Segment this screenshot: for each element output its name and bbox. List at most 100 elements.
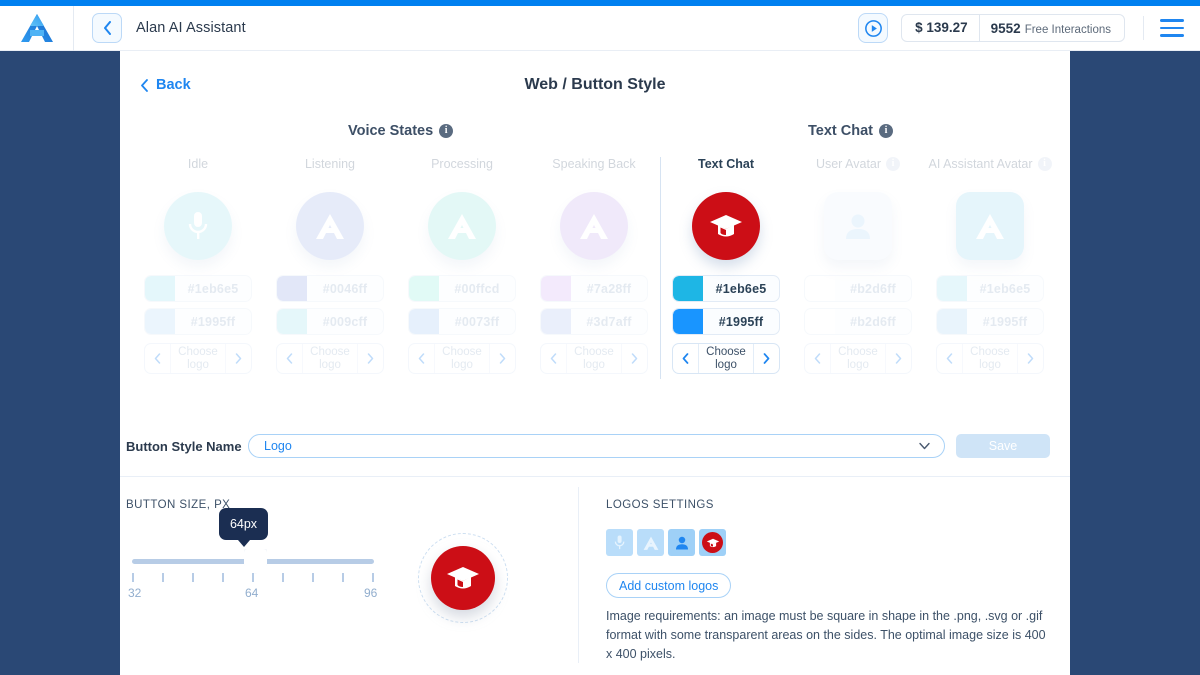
swatch-chip xyxy=(541,309,571,334)
bubble-wrap xyxy=(560,183,628,269)
header-right-group: $ 139.27 9552 Free Interactions xyxy=(858,6,1200,51)
swatch-chip xyxy=(409,309,439,334)
header-back-button[interactable] xyxy=(92,13,122,43)
prev-logo-button[interactable] xyxy=(805,344,830,373)
choose-logo-label[interactable]: Choose logo xyxy=(698,344,754,373)
next-logo-button[interactable] xyxy=(754,344,779,373)
app-title: Alan AI Assistant xyxy=(136,20,246,36)
chevron-right-icon xyxy=(631,353,638,364)
chevron-left-icon xyxy=(682,353,689,364)
microphone-icon xyxy=(185,209,211,243)
color-swatch-primary[interactable]: #1eb6e5 xyxy=(936,275,1044,302)
bubble-wrap xyxy=(296,183,364,269)
logo-thumbnail-microphone[interactable] xyxy=(606,529,633,556)
color-swatch-secondary[interactable]: #1995ff xyxy=(144,308,252,335)
state-columns: Idle #1eb6e5 xyxy=(120,155,1070,395)
slider-tick-label-min: 32 xyxy=(128,586,141,600)
state-bubble-text-chat[interactable] xyxy=(692,192,760,260)
column-label: AI Assistant Avatar xyxy=(929,157,1033,171)
graduation-cap-icon xyxy=(445,563,481,593)
info-icon[interactable]: i xyxy=(886,157,900,171)
swatch-hex: #1995ff xyxy=(703,315,779,329)
next-logo-button[interactable] xyxy=(490,344,515,373)
swatch-chip xyxy=(409,276,439,301)
choose-logo-label[interactable]: Choose logo xyxy=(566,344,622,373)
run-play-button[interactable] xyxy=(858,13,888,43)
state-bubble-ai-assistant-avatar[interactable] xyxy=(956,192,1024,260)
color-swatch-secondary[interactable]: #1995ff xyxy=(672,308,780,335)
choose-logo-label[interactable]: Choose logo xyxy=(434,344,490,373)
button-style-name-label: Button Style Name xyxy=(126,439,248,454)
next-logo-button[interactable] xyxy=(358,344,383,373)
prev-logo-button[interactable] xyxy=(673,344,698,373)
slider-tick-label-mid: 64 xyxy=(245,586,258,600)
image-requirements-text: Image requirements: an image must be squ… xyxy=(606,607,1046,664)
column-label: Processing xyxy=(431,157,493,171)
column-group-divider xyxy=(660,157,661,379)
slider-tick-labels: 32 64 96 xyxy=(132,586,374,600)
add-custom-logos-button[interactable]: Add custom logos xyxy=(606,573,731,598)
swatch-hex: #b2d6ff xyxy=(835,282,911,296)
color-swatch-secondary[interactable]: #b2d6ff xyxy=(804,308,912,335)
color-swatch-primary[interactable]: #00ffcd xyxy=(408,275,516,302)
info-icon[interactable]: i xyxy=(1038,157,1052,171)
state-bubble-idle[interactable] xyxy=(164,192,232,260)
prev-logo-button[interactable] xyxy=(409,344,434,373)
logo-chooser: Choose logo xyxy=(276,343,384,374)
prev-logo-button[interactable] xyxy=(541,344,566,373)
balance-pill[interactable]: $ 139.27 9552 Free Interactions xyxy=(901,14,1125,42)
page-title: Web / Button Style xyxy=(120,76,1070,94)
alan-logo-icon xyxy=(20,13,54,43)
state-bubble-user-avatar[interactable] xyxy=(824,192,892,260)
info-icon[interactable]: i xyxy=(439,124,453,138)
logo-thumbnail-graduation-cap[interactable] xyxy=(699,529,726,556)
next-logo-button[interactable] xyxy=(1018,344,1043,373)
color-swatch-primary[interactable]: #1eb6e5 xyxy=(144,275,252,302)
choose-logo-label[interactable]: Choose logo xyxy=(962,344,1018,373)
color-swatch-primary[interactable]: #7a28ff xyxy=(540,275,648,302)
button-style-name-select[interactable]: Logo xyxy=(248,434,945,458)
prev-logo-button[interactable] xyxy=(277,344,302,373)
choose-logo-label[interactable]: Choose logo xyxy=(302,344,358,373)
color-swatch-secondary[interactable]: #3d7aff xyxy=(540,308,648,335)
state-bubble-speaking-back[interactable] xyxy=(560,192,628,260)
color-swatch-secondary[interactable]: #1995ff xyxy=(936,308,1044,335)
state-bubble-listening[interactable] xyxy=(296,192,364,260)
next-logo-button[interactable] xyxy=(226,344,251,373)
state-bubble-processing[interactable] xyxy=(428,192,496,260)
group-headers: Voice States i Text Chat i xyxy=(120,123,1070,149)
info-icon[interactable]: i xyxy=(879,124,893,138)
column-label-wrap: Idle xyxy=(188,155,208,173)
color-swatch-primary[interactable]: #0046ff xyxy=(276,275,384,302)
brand-logo-cell[interactable] xyxy=(0,6,74,51)
logo-thumbnail-alan-logo[interactable] xyxy=(637,529,664,556)
color-swatch-primary[interactable]: #1eb6e5 xyxy=(672,275,780,302)
column-label: Text Chat xyxy=(698,157,754,171)
choose-logo-label[interactable]: Choose logo xyxy=(170,344,226,373)
state-column-speaking-back: Speaking Back #7a28ff xyxy=(528,155,660,374)
logos-settings-block: LOGOS SETTINGS xyxy=(606,499,1066,664)
swatch-hex: #1eb6e5 xyxy=(703,282,779,296)
prev-logo-button[interactable] xyxy=(937,344,962,373)
logo-thumbnail-person[interactable] xyxy=(668,529,695,556)
prev-logo-button[interactable] xyxy=(145,344,170,373)
color-swatch-secondary[interactable]: #0073ff xyxy=(408,308,516,335)
button-size-preview-ring xyxy=(418,533,508,623)
group-header-text-chat: Text Chat i xyxy=(808,123,893,139)
swatch-hex: #009cff xyxy=(307,315,383,329)
next-logo-button[interactable] xyxy=(622,344,647,373)
button-size-slider-track[interactable] xyxy=(132,559,374,564)
hamburger-menu-icon[interactable] xyxy=(1143,16,1186,40)
choose-logo-label[interactable]: Choose logo xyxy=(830,344,886,373)
swatch-chip xyxy=(541,276,571,301)
save-button[interactable]: Save xyxy=(956,434,1050,458)
chevron-right-icon xyxy=(499,353,506,364)
color-swatch-primary[interactable]: #b2d6ff xyxy=(804,275,912,302)
alan-logo-icon xyxy=(445,211,479,241)
next-logo-button[interactable] xyxy=(886,344,911,373)
color-swatch-secondary[interactable]: #009cff xyxy=(276,308,384,335)
swatch-hex: #1eb6e5 xyxy=(967,282,1043,296)
play-circle-icon xyxy=(865,20,882,37)
swatch-chip xyxy=(805,309,835,334)
button-size-slider-thumb[interactable] xyxy=(244,549,267,574)
